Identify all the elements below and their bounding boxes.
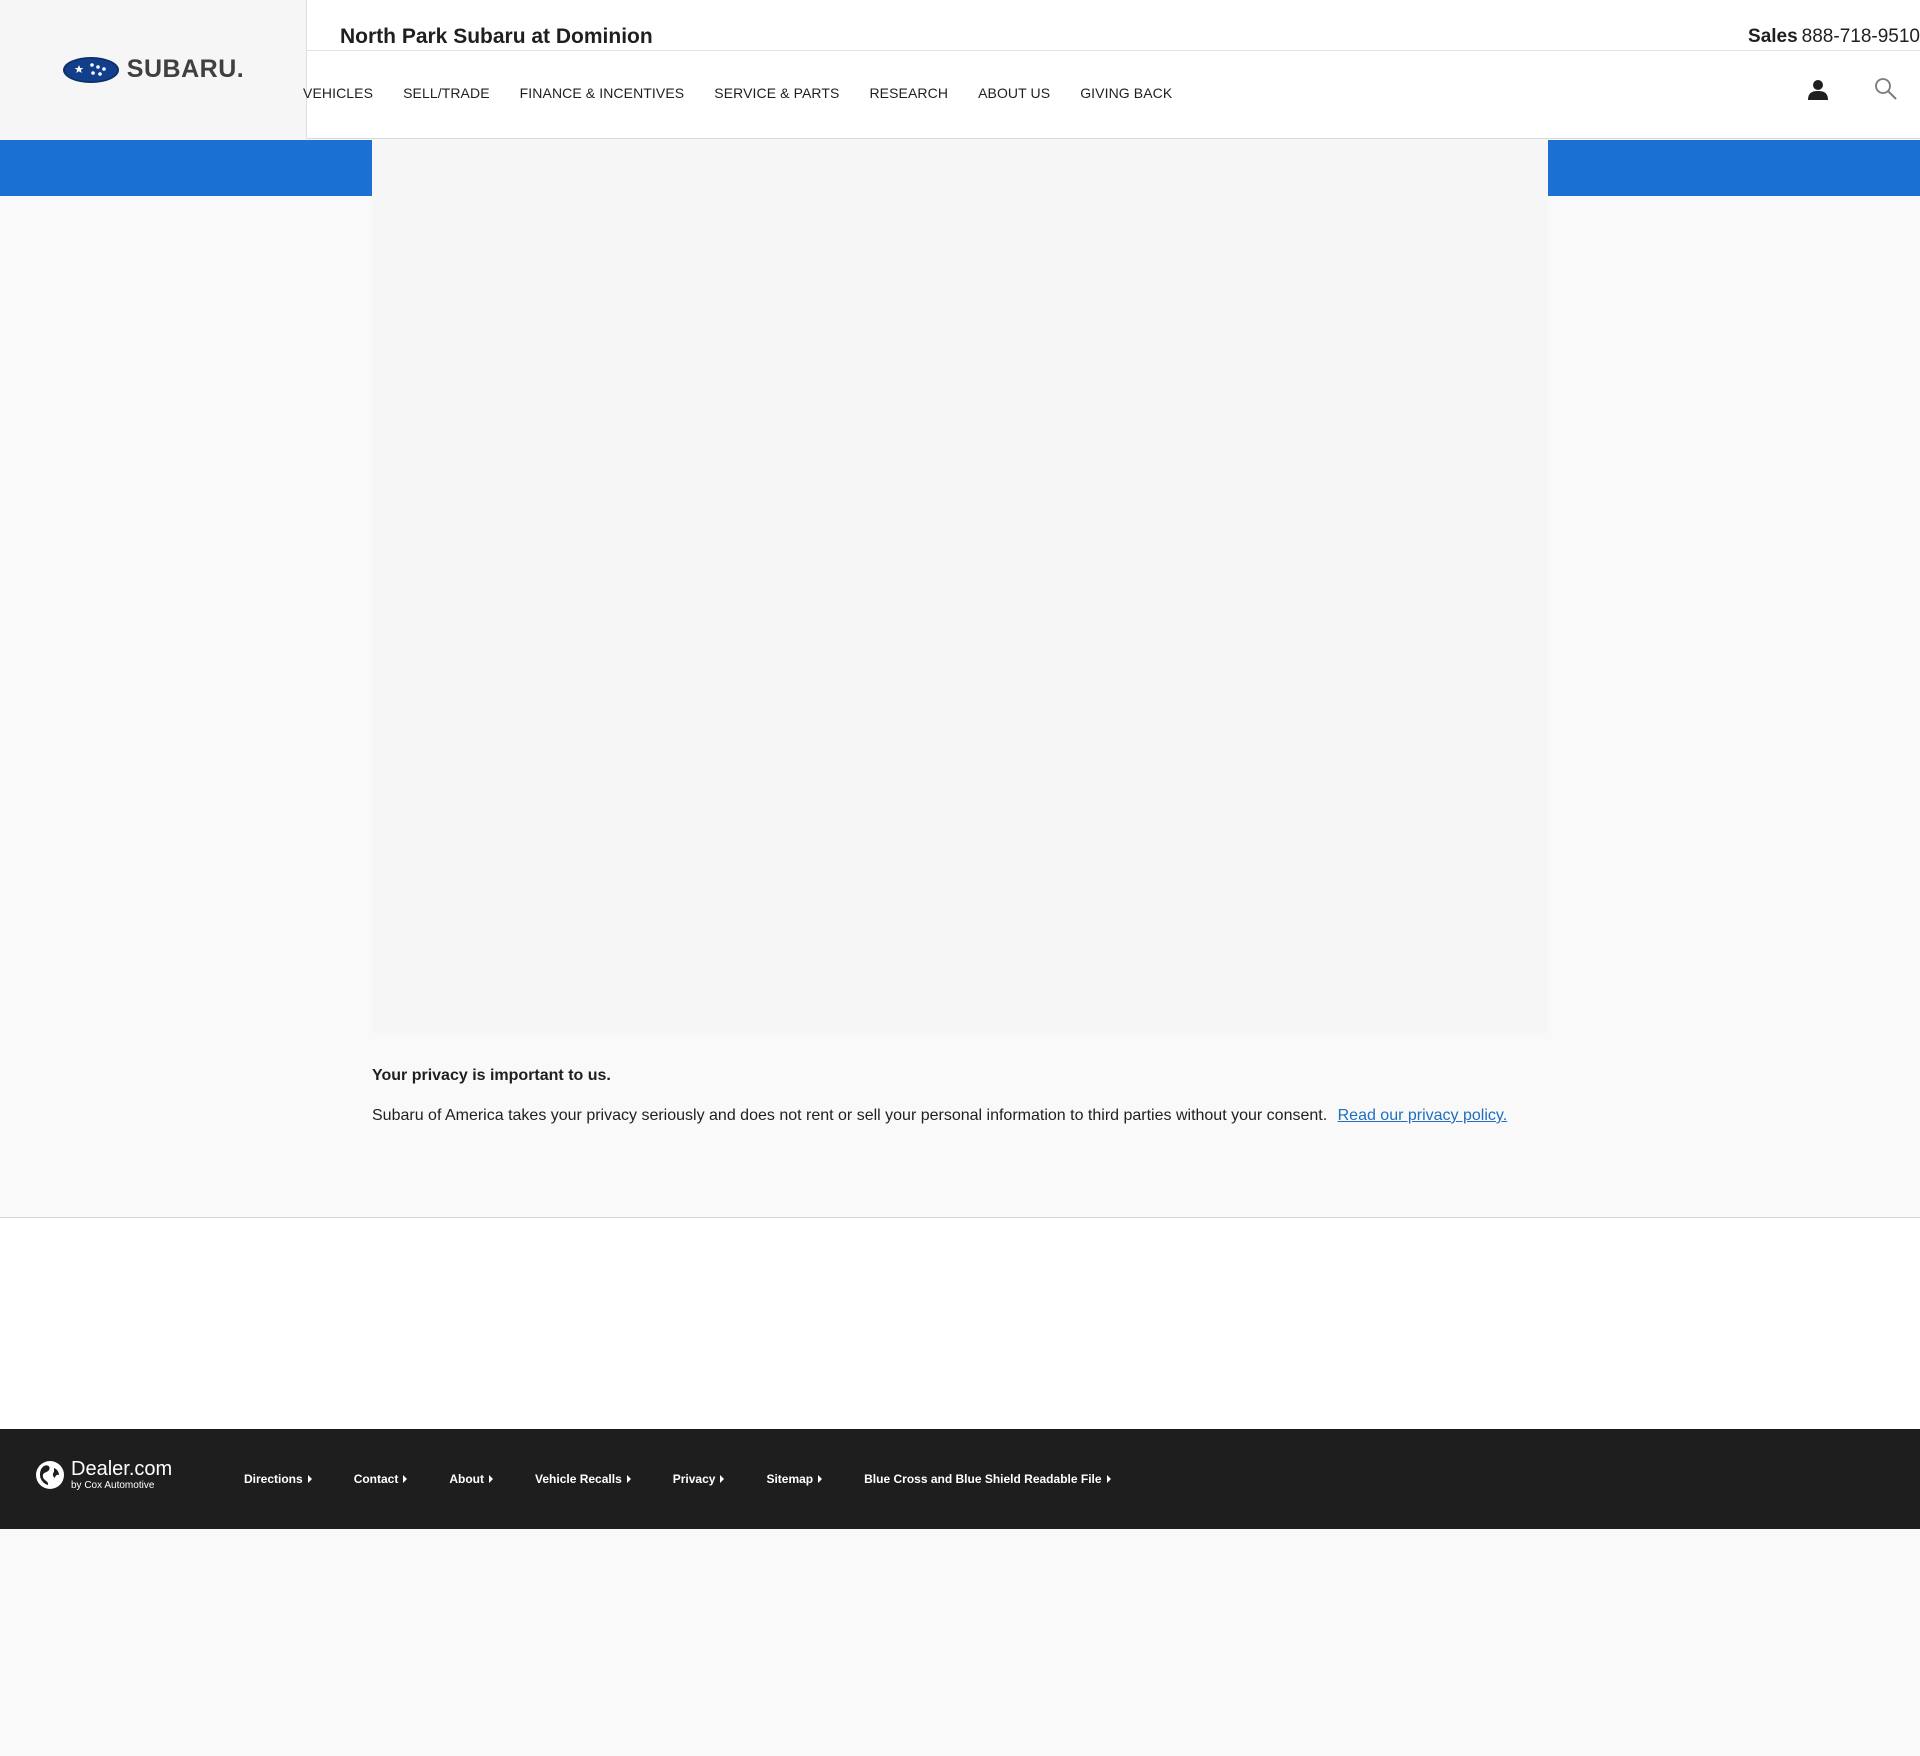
header-divider xyxy=(307,50,1920,51)
caret-right-icon xyxy=(307,1475,312,1483)
footer-link-about[interactable]: About xyxy=(449,1472,494,1486)
site-header: SUBARU. North Park Subaru at Dominion Sa… xyxy=(0,0,1920,139)
main-nav: VEHICLES SELL/TRADE FINANCE & INCENTIVES… xyxy=(303,85,1202,101)
footer-link-label: Privacy xyxy=(672,1472,716,1486)
footer-link-readable-file[interactable]: Blue Cross and Blue Shield Readable File xyxy=(864,1472,1111,1486)
content-band xyxy=(0,1218,1920,1429)
subaru-logo[interactable]: SUBARU. xyxy=(62,55,244,84)
privacy-statement: Subaru of America takes your privacy ser… xyxy=(372,1107,1507,1125)
footer-link-label: Directions xyxy=(244,1472,303,1486)
footer-links: Directions Contact About Vehicle Recalls… xyxy=(244,1472,1153,1486)
globe-icon xyxy=(36,1461,64,1489)
nav-service-parts[interactable]: SERVICE & PARTS xyxy=(714,85,839,101)
footer-link-contact[interactable]: Contact xyxy=(354,1472,408,1486)
nav-vehicles[interactable]: VEHICLES xyxy=(303,85,373,101)
privacy-body: Subaru of America takes your privacy ser… xyxy=(372,1107,1328,1124)
footer-link-label: Blue Cross and Blue Shield Readable File xyxy=(864,1472,1102,1486)
caret-right-icon xyxy=(489,1475,494,1483)
logo-area[interactable]: SUBARU. xyxy=(0,0,307,139)
phone-label: Sales xyxy=(1748,26,1798,47)
nav-sell-trade[interactable]: SELL/TRADE xyxy=(403,85,490,101)
dealer-com-sub: by Cox Automotive xyxy=(71,1480,155,1491)
privacy-heading: Your privacy is important to us. xyxy=(372,1067,611,1084)
dealer-name[interactable]: North Park Subaru at Dominion xyxy=(340,25,653,49)
subaru-emblem-icon xyxy=(62,56,119,83)
footer-link-label: Sitemap xyxy=(766,1472,814,1486)
privacy-policy-link[interactable]: Read our privacy policy. xyxy=(1338,1107,1508,1124)
nav-giving-back[interactable]: GIVING BACK xyxy=(1080,85,1172,101)
footer-link-label: Vehicle Recalls xyxy=(535,1472,622,1486)
user-icon[interactable] xyxy=(1807,79,1829,101)
nav-about-us[interactable]: ABOUT US xyxy=(978,85,1050,101)
caret-right-icon xyxy=(720,1475,725,1483)
nav-research[interactable]: RESEARCH xyxy=(869,85,948,101)
caret-right-icon xyxy=(1106,1475,1111,1483)
hero-panel xyxy=(372,140,1548,1033)
nav-finance-incentives[interactable]: FINANCE & INCENTIVES xyxy=(520,85,685,101)
caret-right-icon xyxy=(403,1475,408,1483)
footer-link-label: Contact xyxy=(353,1472,399,1486)
footer-link-vehicle-recalls[interactable]: Vehicle Recalls xyxy=(535,1472,631,1486)
phone-number[interactable]: 888-718-9510 xyxy=(1802,26,1920,47)
footer-link-label: About xyxy=(449,1472,485,1486)
dealer-com-logo[interactable]: Dealer.com by Cox Automotive xyxy=(35,1459,172,1491)
caret-right-icon xyxy=(818,1475,823,1483)
dealer-com-name: Dealer.com xyxy=(71,1458,173,1480)
footer-link-sitemap[interactable]: Sitemap xyxy=(766,1472,823,1486)
footer-link-privacy[interactable]: Privacy xyxy=(673,1472,725,1486)
footer-link-directions[interactable]: Directions xyxy=(244,1472,312,1486)
search-icon[interactable] xyxy=(1874,77,1897,100)
caret-right-icon xyxy=(626,1475,631,1483)
sales-phone[interactable]: Sales 888-718-9510 xyxy=(1748,26,1920,48)
site-footer: Dealer.com by Cox Automotive Directions … xyxy=(0,1429,1920,1529)
logo-wordmark: SUBARU. xyxy=(126,55,245,83)
